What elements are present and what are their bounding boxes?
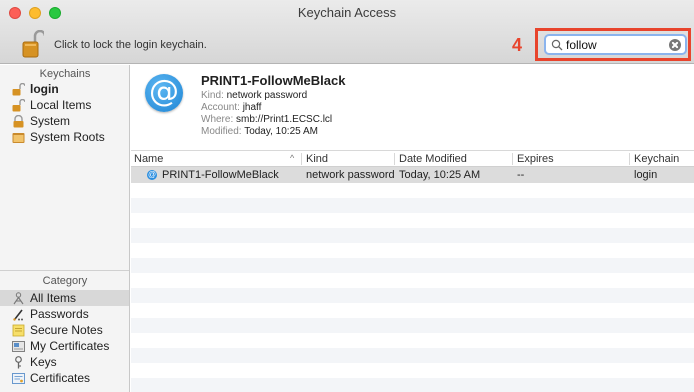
detail-kind-key: Kind: [201, 90, 224, 101]
key-icon [15, 355, 22, 368]
sidebar-divider [0, 270, 129, 271]
sidebar-item-label: System Roots [30, 130, 105, 144]
column-divider[interactable] [301, 153, 302, 165]
sidebar-item-secure-notes[interactable]: Secure Notes [0, 322, 129, 338]
keychain-access-window: Keychain Access Click to lock the login … [0, 0, 694, 392]
sidebar-item-label: System [30, 114, 71, 128]
sidebar-item-all-items[interactable]: All Items [0, 290, 129, 306]
detail-account: Account: jhaff [201, 102, 261, 113]
sidebar-item-keys[interactable]: Keys [0, 354, 129, 370]
clear-search-icon[interactable] [669, 39, 681, 51]
search-icon [551, 39, 563, 51]
empty-row [131, 303, 694, 318]
sidebar-item-label: Local Items [30, 98, 92, 112]
column-divider[interactable] [629, 153, 630, 165]
table-row[interactable]: @ PRINT1-FollowMeBlack network password … [131, 167, 694, 183]
sidebar-item-label: My Certificates [30, 339, 110, 353]
detail-where-key: Where: [201, 114, 234, 125]
detail-kind: Kind: network password [201, 90, 307, 101]
category-header: Category [42, 275, 88, 287]
sidebar-item-local-items[interactable]: Local Items [0, 97, 129, 113]
network-password-icon: @ [147, 170, 157, 180]
lock-keychain-text: Click to lock the login keychain. [54, 39, 207, 51]
empty-row [131, 288, 694, 303]
step-number-annotation: 4 [512, 35, 523, 55]
empty-row [131, 243, 694, 258]
sidebar-item-label: All Items [30, 291, 77, 305]
row-name: PRINT1-FollowMeBlack [162, 169, 279, 181]
detail-title: PRINT1-FollowMeBlack [201, 73, 346, 88]
sidebar-item-label: Keys [30, 355, 57, 369]
detail-modified-key: Modified: [201, 126, 242, 137]
row-kind: network password [306, 169, 395, 181]
folder-icon [12, 132, 25, 143]
column-header-name[interactable]: Name [134, 153, 163, 165]
detail-account-key: Account: [201, 102, 240, 113]
sidebar-item-label: Secure Notes [30, 323, 103, 337]
sidebar-item-passwords[interactable]: Passwords [0, 306, 129, 322]
sidebar-item-label: login [30, 82, 59, 96]
empty-row [131, 213, 694, 228]
column-header-kind[interactable]: Kind [306, 153, 328, 165]
open-lock-icon [12, 82, 25, 95]
open-lock-icon [12, 98, 25, 111]
sort-ascending-icon: ^ [290, 153, 295, 163]
certificate-icon [12, 372, 25, 384]
empty-row [131, 228, 694, 243]
toolbar: Keychain Access Click to lock the login … [0, 0, 694, 64]
sidebar-item-my-certificates[interactable]: My Certificates [0, 338, 129, 354]
sidebar-item-system[interactable]: System [0, 113, 129, 129]
sidebar-item-label: Passwords [30, 307, 89, 321]
detail-modified: Modified: Today, 10:25 AM [201, 126, 318, 137]
network-password-icon: @ [145, 74, 183, 112]
column-header-keychain[interactable]: Keychain [634, 153, 679, 165]
sidebar-item-login[interactable]: login [0, 81, 129, 97]
table-header: Name ^ Kind Date Modified Expires Keycha… [131, 151, 694, 167]
column-divider[interactable] [512, 153, 513, 165]
empty-row [131, 318, 694, 333]
detail-kind-value: network password [226, 90, 308, 101]
detail-account-value: jhaff [242, 102, 262, 113]
secure-notes-icon [12, 324, 25, 336]
row-date-modified: Today, 10:25 AM [399, 169, 481, 181]
row-keychain: login [634, 169, 658, 181]
detail-where-value: smb://Print1.ECSC.lcl [236, 114, 333, 125]
sidebar-item-system-roots[interactable]: System Roots [0, 129, 129, 145]
sidebar-item-label: Certificates [30, 371, 91, 385]
my-certificates-icon [12, 340, 25, 352]
keychains-header: Keychains [39, 68, 91, 80]
empty-row [131, 378, 694, 392]
empty-row [131, 348, 694, 363]
sidebar: Keychains login Local Items System Syste… [0, 65, 130, 392]
search-input[interactable] [566, 37, 666, 53]
all-items-icon [13, 291, 24, 304]
column-divider[interactable] [394, 153, 395, 165]
empty-row [131, 363, 694, 378]
empty-row [131, 183, 694, 198]
column-header-expires[interactable]: Expires [517, 153, 554, 165]
empty-row [131, 198, 694, 213]
locked-icon [13, 114, 24, 127]
empty-row [131, 258, 694, 273]
items-table: Name ^ Kind Date Modified Expires Keycha… [131, 151, 694, 392]
row-expires: -- [517, 169, 525, 181]
detail-where: Where: smb://Print1.ECSC.lcl [201, 114, 332, 125]
search-field[interactable] [544, 34, 687, 55]
sidebar-item-certificates[interactable]: Certificates [0, 370, 129, 386]
empty-row [131, 333, 694, 348]
passwords-icon [13, 309, 23, 321]
open-lock-icon[interactable] [22, 30, 44, 58]
column-header-date-modified[interactable]: Date Modified [399, 153, 467, 165]
item-detail-panel: @ PRINT1-FollowMeBlack Kind: network pas… [131, 65, 694, 151]
empty-row [131, 273, 694, 288]
window-title: Keychain Access [297, 5, 397, 20]
detail-modified-value: Today, 10:25 AM [244, 126, 318, 137]
